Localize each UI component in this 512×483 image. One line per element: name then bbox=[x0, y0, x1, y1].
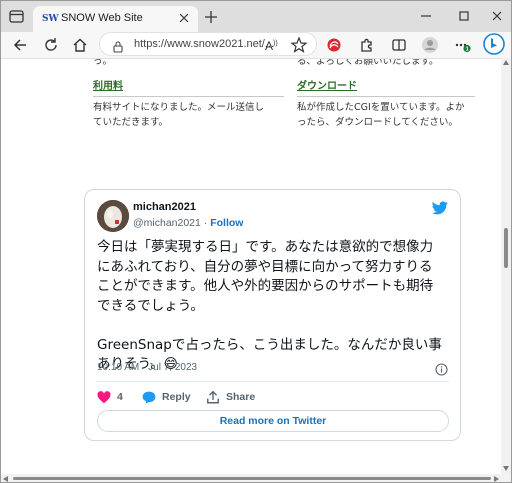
extension-red-icon[interactable] bbox=[324, 35, 344, 55]
reply-button[interactable]: Reply bbox=[142, 388, 191, 406]
tab-title: SNOW Web Site bbox=[61, 12, 143, 24]
favorite-star-icon[interactable] bbox=[289, 35, 309, 55]
profile-icon[interactable] bbox=[420, 35, 440, 55]
cutoff-text-left: っ。 bbox=[93, 58, 113, 67]
tweet-line: 今日は「夢実現する日」です。あなたは意欲的で想像力 bbox=[97, 239, 434, 255]
scroll-right-icon[interactable] bbox=[494, 476, 499, 482]
like-count: 4 bbox=[117, 391, 123, 403]
link-download[interactable]: ダウンロード bbox=[297, 77, 357, 92]
svg-text:1: 1 bbox=[466, 47, 469, 53]
embedded-tweet: michan2021 @michan2021 · Follow 今日は「夢実現す… bbox=[84, 189, 461, 441]
section-download-text: 私が作成したCGIを置いています。よか ったら、ダウンロードしてください。 bbox=[297, 100, 465, 130]
favicon-icon: SW bbox=[42, 14, 59, 24]
share-label: Share bbox=[226, 391, 256, 403]
tweet-author-name[interactable]: michan2021 bbox=[133, 201, 196, 213]
section-download-line-1: 私が作成したCGIを置いています。よか bbox=[297, 102, 465, 113]
tweet-line: にあふれており、自分の夢や目標に向かって努力すりる bbox=[97, 258, 433, 275]
home-icon[interactable] bbox=[70, 35, 90, 55]
share-icon bbox=[207, 390, 219, 403]
toolbar: https://www.snow2021.net/... A)) 1 bbox=[1, 32, 511, 58]
tweet-timestamp[interactable]: 10:10 AM · Jul 7, 2023 bbox=[97, 362, 197, 373]
bing-icon[interactable] bbox=[483, 33, 505, 55]
read-more-button[interactable]: Read more on Twitter bbox=[97, 410, 449, 432]
maximize-icon[interactable] bbox=[455, 7, 473, 25]
follow-link[interactable]: Follow bbox=[210, 217, 243, 229]
tweet-line: できるでしょう。 bbox=[97, 297, 204, 314]
svg-text:A: A bbox=[265, 39, 273, 53]
address-bar[interactable]: https://www.snow2021.net/... bbox=[99, 32, 317, 56]
scroll-down-icon[interactable] bbox=[503, 466, 509, 471]
close-window-icon[interactable] bbox=[488, 7, 506, 25]
menu-dots-icon[interactable]: 1 bbox=[453, 35, 473, 55]
twitter-bird-icon[interactable] bbox=[432, 200, 448, 215]
svg-text:)): )) bbox=[273, 40, 278, 47]
minimize-icon[interactable] bbox=[417, 7, 435, 25]
cutoff-text-right: る、よろしくお願いいたします。 bbox=[297, 58, 439, 67]
close-icon[interactable] bbox=[176, 10, 192, 26]
tab-actions-icon[interactable] bbox=[7, 8, 27, 26]
vertical-scroll-thumb[interactable] bbox=[504, 228, 508, 268]
vertical-scrollbar[interactable] bbox=[501, 58, 511, 474]
section-fee-text: 有料サイトになりました。メール送信し ていただきます。 bbox=[93, 100, 264, 130]
plus-icon[interactable] bbox=[202, 8, 220, 26]
section-download-line-2: ったら、ダウンロードしてください。 bbox=[297, 117, 458, 128]
tweet-text: 今日は「夢実現する日」です。あなたは意欲的で想像力 にあふれており、自分の夢や目… bbox=[97, 238, 457, 375]
page-content: っ。 る、よろしくお願いいたします。 利用料 有料サイトになりました。メール送信… bbox=[1, 58, 501, 474]
avatar[interactable] bbox=[97, 200, 129, 232]
tab-strip: SW SNOW Web Site bbox=[1, 1, 511, 32]
back-icon[interactable] bbox=[10, 35, 30, 55]
like-button[interactable]: 4 bbox=[97, 388, 123, 406]
reply-bubble-icon bbox=[142, 391, 156, 404]
url-text[interactable]: https://www.snow2021.net/... bbox=[134, 38, 274, 50]
tab-active[interactable]: SW SNOW Web Site bbox=[33, 6, 198, 32]
tweet-divider bbox=[97, 381, 449, 382]
horizontal-scroll-thumb[interactable] bbox=[13, 477, 491, 480]
share-button[interactable]: Share bbox=[206, 388, 255, 406]
scroll-up-icon[interactable] bbox=[503, 60, 509, 65]
section-fee-line-1: 有料サイトになりました。メール送信し bbox=[93, 102, 265, 113]
refresh-icon[interactable] bbox=[41, 35, 61, 55]
info-icon[interactable] bbox=[435, 361, 448, 376]
puzzle-icon[interactable] bbox=[357, 35, 377, 55]
tweet-handle[interactable]: @michan2021 bbox=[133, 217, 201, 229]
tweet-handle-separator: · bbox=[200, 217, 211, 229]
tweet-handle-row: @michan2021 · Follow bbox=[133, 217, 243, 229]
horizontal-scrollbar[interactable] bbox=[1, 474, 501, 482]
heart-icon bbox=[97, 390, 111, 403]
tweet-paragraph-1: 今日は「夢実現する日」です。あなたは意欲的で想像力 にあふれており、自分の夢や目… bbox=[97, 238, 457, 316]
reply-label: Reply bbox=[162, 391, 191, 403]
split-screen-icon[interactable] bbox=[389, 35, 409, 55]
tweet-actions: 4 Reply Share bbox=[97, 388, 449, 406]
browser-window: SW SNOW Web Site https://www.snow2021.ne… bbox=[0, 0, 512, 483]
link-fee[interactable]: 利用料 bbox=[93, 77, 123, 92]
lock-icon[interactable] bbox=[112, 38, 124, 53]
tweet-line: ことができます。他人や外的要因からのサポートも期待 bbox=[97, 278, 434, 294]
divider bbox=[93, 96, 284, 97]
section-fee-line-2: ていただきます。 bbox=[93, 117, 169, 128]
divider bbox=[297, 96, 475, 97]
read-aloud-icon[interactable]: A)) bbox=[262, 35, 282, 55]
scroll-left-icon[interactable] bbox=[3, 476, 8, 482]
tweet-line: GreenSnapで占ったら、こう出ました。なんだか良い事 bbox=[97, 336, 442, 353]
